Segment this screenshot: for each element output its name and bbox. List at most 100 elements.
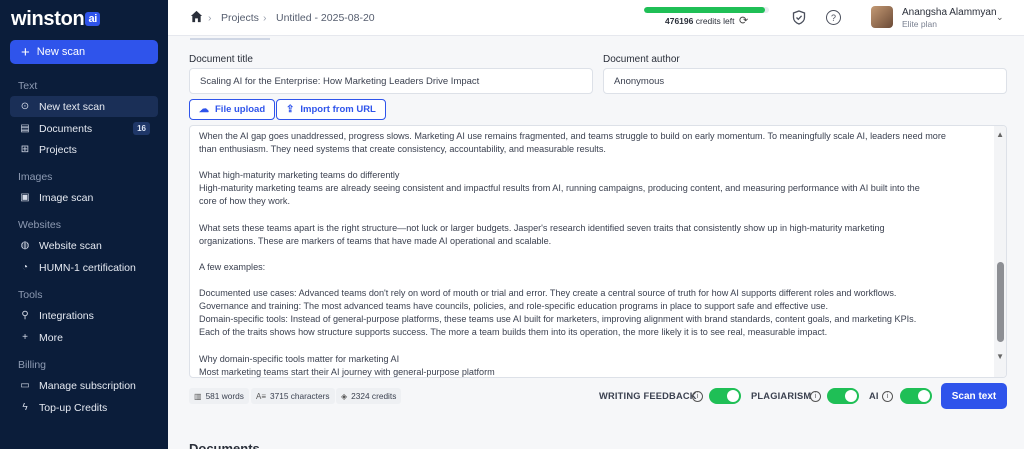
main-content: Document title Scaling AI for the Enterp… <box>168 36 1024 449</box>
ai-toggle[interactable] <box>900 388 932 404</box>
sidebar-item-topup-credits[interactable]: ϟ Top-up Credits <box>10 397 158 418</box>
sidebar-item-manage-subscription[interactable]: ▭ Manage subscription <box>10 375 158 396</box>
words-icon: ▥ <box>194 391 202 401</box>
import-url-label: Import from URL <box>300 104 376 115</box>
sidebar-item-documents[interactable]: ▤ Documents 16 <box>10 118 158 139</box>
editor-scrollbar[interactable]: ▲ ▼ <box>994 126 1006 377</box>
plug-icon: ⚲ <box>21 310 29 321</box>
scan-text-button[interactable]: Scan text <box>941 383 1007 409</box>
info-icon[interactable]: i <box>692 391 703 402</box>
chevron-down-icon[interactable]: ⌄ <box>996 12 1004 23</box>
section-label-billing: Billing <box>18 359 47 371</box>
text-editor[interactable]: When the AI gap goes unaddressed, progre… <box>189 125 1007 378</box>
credits-suffix: credits left <box>695 16 735 26</box>
file-upload-button[interactable]: ☁ File upload <box>189 99 276 120</box>
refresh-icon[interactable]: ⟳ <box>739 14 748 27</box>
grid-icon: ⊞ <box>20 144 30 155</box>
character-count: 3715 characters <box>270 391 330 401</box>
section-label-websites: Websites <box>18 219 61 231</box>
writing-feedback-label: WRITING FEEDBACK <box>599 391 697 401</box>
sidebar-item-label: Manage subscription <box>39 379 136 392</box>
user-plan: Elite plan <box>902 19 937 29</box>
characters-icon: A≡ <box>256 391 267 401</box>
scroll-down-icon[interactable]: ▼ <box>996 352 1004 361</box>
document-title-label: Document title <box>189 54 253 65</box>
document-author-label: Document author <box>603 54 680 65</box>
logo-ai-tag: ai <box>85 12 101 26</box>
credits-cost: 2324 credits <box>351 391 397 401</box>
shield-icon[interactable] <box>792 10 806 25</box>
section-label-text: Text <box>18 80 38 92</box>
sidebar-item-projects[interactable]: ⊞ Projects <box>10 139 158 160</box>
documents-heading: Documents <box>189 441 260 449</box>
chevron-right-icon: › <box>208 12 212 24</box>
lightning-icon: ϟ <box>22 402 28 413</box>
scroll-up-icon[interactable]: ▲ <box>996 130 1004 139</box>
sidebar-item-label: HUMN-1 certification <box>39 261 136 274</box>
scan-text-label: Scan text <box>951 390 997 402</box>
credits-progress-fill <box>644 7 766 13</box>
winston-logo[interactable]: winston ai <box>11 8 101 31</box>
avatar[interactable] <box>871 6 893 28</box>
globe-icon: ◍ <box>20 240 30 251</box>
file-upload-label: File upload <box>215 104 266 115</box>
sidebar-item-label: More <box>39 331 63 344</box>
breadcrumb-projects[interactable]: Projects <box>221 12 259 24</box>
credits-cost-stat: ◈ 2324 credits <box>336 388 402 404</box>
plus-icon: + <box>21 43 30 61</box>
breadcrumb-document: Untitled - 2025-08-20 <box>276 12 375 24</box>
writing-feedback-toggle[interactable] <box>709 388 741 404</box>
sidebar-item-more[interactable]: + More <box>10 327 158 348</box>
document-author-input[interactable]: Anonymous <box>603 68 1007 94</box>
document-title-input[interactable]: Scaling AI for the Enterprise: How Marke… <box>189 68 593 94</box>
toggle-knob <box>845 390 857 402</box>
new-scan-button[interactable]: + New scan <box>10 40 158 64</box>
editor-text[interactable]: When the AI gap goes unaddressed, progre… <box>199 130 987 377</box>
info-icon[interactable]: i <box>882 391 893 402</box>
sidebar-item-humn-certification[interactable]: ◔ HUMN-1 certification <box>10 257 158 278</box>
sidebar-item-label: Website scan <box>39 239 102 252</box>
chevron-right-icon: › <box>263 12 267 24</box>
user-name[interactable]: Anangsha Alammyan <box>902 7 997 18</box>
sidebar-item-label: Projects <box>39 143 77 156</box>
plagiarism-label: PLAGIARISM <box>751 391 812 401</box>
sidebar: winston ai + New scan Text ⊙ New text sca… <box>0 0 168 449</box>
top-bar: › Projects › Untitled - 2025-08-20 47619… <box>168 0 1024 36</box>
plagiarism-toggle[interactable] <box>827 388 859 404</box>
documents-count-badge: 16 <box>133 122 150 135</box>
word-count-stat: ▥ 581 words <box>189 388 249 404</box>
import-url-button[interactable]: ⇪ Import from URL <box>276 99 386 120</box>
sidebar-item-label: Top-up Credits <box>39 401 108 414</box>
diamond-icon: ◈ <box>341 391 348 401</box>
credits-left: 476196 credits left <box>665 16 735 26</box>
sidebar-item-label: Documents <box>39 122 93 135</box>
import-icon: ⇪ <box>286 104 295 115</box>
image-icon: ▣ <box>20 192 30 203</box>
plus-icon: + <box>22 332 28 343</box>
sidebar-item-integrations[interactable]: ⚲ Integrations <box>10 305 158 326</box>
character-count-stat: A≡ 3715 characters <box>251 388 335 404</box>
new-scan-label: New scan <box>36 46 86 58</box>
sidebar-item-website-scan[interactable]: ◍ Website scan <box>10 235 158 256</box>
credits-value: 476196 <box>665 16 694 26</box>
credits-progress-bar <box>644 7 769 13</box>
word-count: 581 words <box>205 391 244 401</box>
sidebar-item-label: Integrations <box>39 309 94 322</box>
document-author-value: Anonymous <box>614 75 665 87</box>
logo-text: winston <box>11 8 85 30</box>
info-icon[interactable]: i <box>810 391 821 402</box>
scroll-thumb[interactable] <box>997 262 1004 342</box>
sidebar-item-label: Image scan <box>39 191 94 204</box>
ai-label: AI <box>869 391 879 401</box>
toggle-knob <box>727 390 739 402</box>
card-icon: ▭ <box>20 380 30 391</box>
certificate-icon: ◔ <box>21 262 29 273</box>
sidebar-item-label: New text scan <box>39 100 105 113</box>
home-icon[interactable] <box>190 10 203 26</box>
sidebar-item-new-text-scan[interactable]: ⊙ New text scan <box>10 96 158 117</box>
document-icon: ▤ <box>20 123 30 134</box>
help-icon[interactable]: ? <box>826 10 841 25</box>
sidebar-item-image-scan[interactable]: ▣ Image scan <box>10 187 158 208</box>
tab-indicator <box>190 38 270 40</box>
section-label-tools: Tools <box>18 289 43 301</box>
